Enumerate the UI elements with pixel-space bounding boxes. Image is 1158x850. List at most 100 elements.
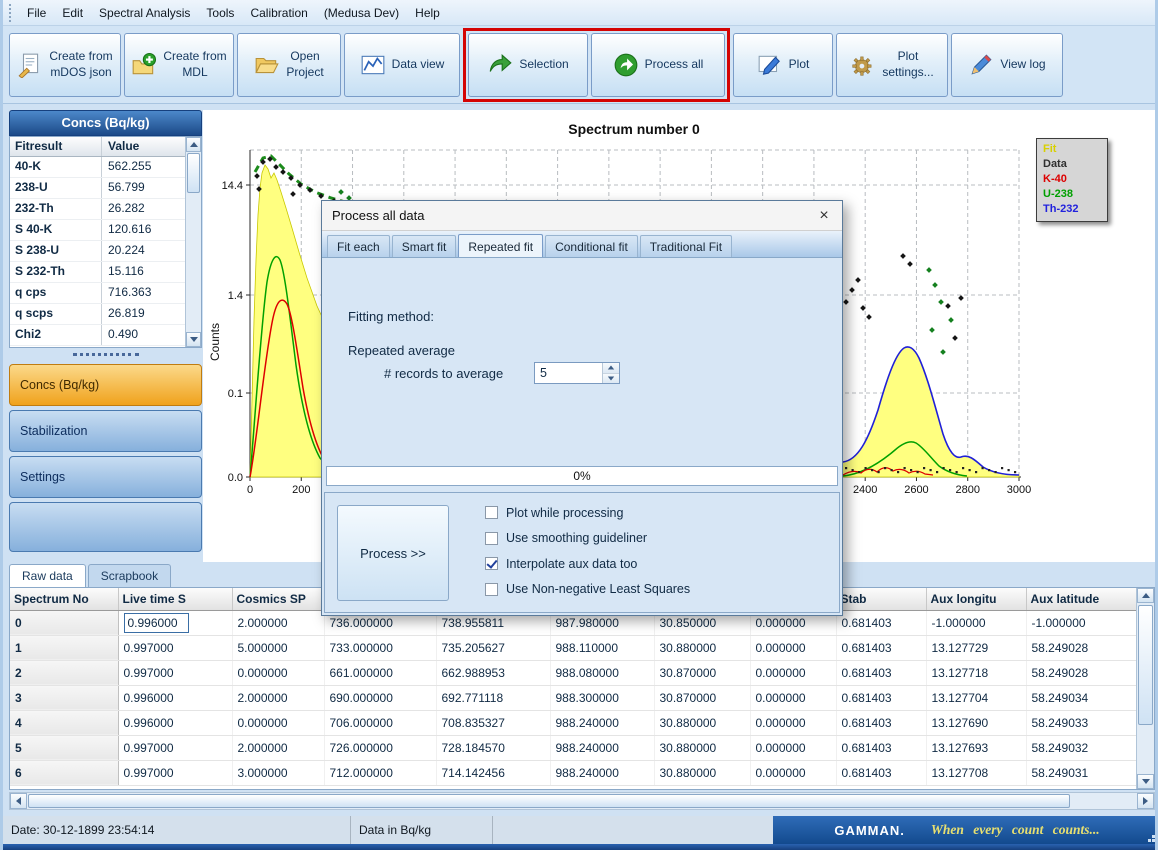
column-header-stab[interactable]: Stab <box>836 588 926 610</box>
row-header[interactable]: 3 <box>10 685 118 710</box>
cell[interactable]: 13.127693 <box>926 735 1026 760</box>
horizontal-scrollbar[interactable] <box>9 792 1155 810</box>
cell[interactable]: 0.681403 <box>836 610 926 635</box>
cell[interactable]: 0.997000 <box>118 760 232 785</box>
cell[interactable]: 58.249034 <box>1026 685 1138 710</box>
cell[interactable]: 988.240000 <box>550 710 654 735</box>
cell[interactable]: 988.110000 <box>550 635 654 660</box>
menu-item-calibration[interactable]: Calibration <box>242 2 315 24</box>
cell[interactable]: 0.000000 <box>750 710 836 735</box>
cell[interactable]: 0.000000 <box>750 760 836 785</box>
checkbox-interpolate-aux-data-too[interactable] <box>485 557 498 570</box>
toolbar-button-create-from-mdl[interactable]: Create fromMDL <box>124 33 234 97</box>
cell[interactable]: 0.996000 <box>118 610 232 635</box>
toolbar-button-selection[interactable]: Selection <box>468 33 588 97</box>
row-header[interactable]: 2 <box>10 660 118 685</box>
scroll-up-button[interactable] <box>186 137 201 152</box>
dialog-tab-fit-each[interactable]: Fit each <box>327 235 390 257</box>
cell[interactable]: 0.997000 <box>118 660 232 685</box>
toolbar-button-data-view[interactable]: Data view <box>344 33 460 97</box>
checkbox-plot-while-processing[interactable] <box>485 506 498 519</box>
cell[interactable]: 728.184570 <box>436 735 550 760</box>
cell[interactable]: 0.681403 <box>836 660 926 685</box>
scroll-thumb[interactable] <box>1138 605 1153 725</box>
cell[interactable]: 2.000000 <box>232 735 324 760</box>
menu-item-medusa-dev[interactable]: (Medusa Dev) <box>316 2 407 24</box>
cell[interactable]: -1.000000 <box>1026 610 1138 635</box>
dialog-tab-traditional-fit[interactable]: Traditional Fit <box>640 235 732 257</box>
cell[interactable]: 30.880000 <box>654 635 750 660</box>
cell[interactable]: 706.000000 <box>324 710 436 735</box>
raw-table-scrollbar[interactable] <box>1136 588 1154 789</box>
cell[interactable]: 726.000000 <box>324 735 436 760</box>
nav-button-settings[interactable]: Settings <box>9 456 202 498</box>
row-header[interactable]: 0 <box>10 610 118 635</box>
fit-table-scrollbar[interactable] <box>185 137 201 347</box>
cell[interactable]: 735.205627 <box>436 635 550 660</box>
cell[interactable]: 708.835327 <box>436 710 550 735</box>
cell[interactable]: 0.000000 <box>232 710 324 735</box>
cell[interactable]: 2.000000 <box>232 610 324 635</box>
menu-item-tools[interactable]: Tools <box>198 2 242 24</box>
cell[interactable]: 0.681403 <box>836 735 926 760</box>
scroll-down-button[interactable] <box>1137 774 1154 789</box>
column-header-aux-longitu[interactable]: Aux longitu <box>926 588 1026 610</box>
cell[interactable]: 0.996000 <box>118 710 232 735</box>
cell[interactable]: 2.000000 <box>232 685 324 710</box>
dialog-tab-smart-fit[interactable]: Smart fit <box>392 235 457 257</box>
cell[interactable]: -1.000000 <box>926 610 1026 635</box>
cell[interactable]: 13.127708 <box>926 760 1026 785</box>
cell[interactable]: 0.681403 <box>836 760 926 785</box>
cell[interactable]: 0.000000 <box>750 685 836 710</box>
menu-item-file[interactable]: File <box>19 2 54 24</box>
cell[interactable]: 0.000000 <box>232 660 324 685</box>
tab-raw-data[interactable]: Raw data <box>9 564 86 587</box>
cell[interactable]: 0.681403 <box>836 635 926 660</box>
spinner-down-button[interactable] <box>603 374 619 384</box>
nav-button-concs-bq-kg[interactable]: Concs (Bq/kg) <box>9 364 202 406</box>
tab-scrapbook[interactable]: Scrapbook <box>88 564 171 587</box>
cell[interactable]: 13.127690 <box>926 710 1026 735</box>
toolbar-button-view-log[interactable]: View log <box>951 33 1063 97</box>
dialog-tab-conditional-fit[interactable]: Conditional fit <box>545 235 638 257</box>
fit-col-value[interactable]: Value <box>102 137 185 156</box>
menu-item-edit[interactable]: Edit <box>54 2 91 24</box>
scroll-thumb[interactable] <box>28 794 1070 808</box>
cell[interactable]: 30.870000 <box>654 660 750 685</box>
toolbar-button-process-all[interactable]: Process all <box>591 33 725 97</box>
scroll-left-button[interactable] <box>10 793 27 809</box>
cell[interactable]: 13.127718 <box>926 660 1026 685</box>
nav-button-empty[interactable] <box>9 502 202 552</box>
cell[interactable]: 690.000000 <box>324 685 436 710</box>
scroll-thumb[interactable] <box>187 153 200 193</box>
cell[interactable]: 661.000000 <box>324 660 436 685</box>
cell[interactable]: 58.249028 <box>1026 635 1138 660</box>
cell[interactable]: 30.880000 <box>654 735 750 760</box>
scroll-right-button[interactable] <box>1137 793 1154 809</box>
cell[interactable]: 0.000000 <box>750 735 836 760</box>
menu-item-spectral-analysis[interactable]: Spectral Analysis <box>91 2 198 24</box>
cell[interactable]: 30.870000 <box>654 685 750 710</box>
cell[interactable]: 692.771118 <box>436 685 550 710</box>
cell[interactable]: 58.249028 <box>1026 660 1138 685</box>
row-header[interactable]: 6 <box>10 760 118 785</box>
cell[interactable]: 0.000000 <box>750 660 836 685</box>
fit-col-fitresult[interactable]: Fitresult <box>10 137 102 156</box>
cell[interactable]: 58.249032 <box>1026 735 1138 760</box>
scroll-down-button[interactable] <box>186 332 201 347</box>
cell[interactable]: 0.997000 <box>118 635 232 660</box>
cell[interactable]: 13.127704 <box>926 685 1026 710</box>
cell[interactable]: 0.681403 <box>836 710 926 735</box>
records-input[interactable]: 5 <box>535 363 602 383</box>
cell[interactable]: 0.996000 <box>118 685 232 710</box>
column-header-aux-latitude[interactable]: Aux latitude <box>1026 588 1138 610</box>
dialog-title-bar[interactable]: Process all data × <box>322 201 842 231</box>
close-icon[interactable]: × <box>806 207 842 225</box>
cell[interactable]: 0.997000 <box>118 735 232 760</box>
cell[interactable]: 988.300000 <box>550 685 654 710</box>
toolbar-button-plot[interactable]: Plot <box>733 33 833 97</box>
cell[interactable]: 3.000000 <box>232 760 324 785</box>
cell[interactable]: 0.000000 <box>750 635 836 660</box>
cell[interactable]: 30.880000 <box>654 710 750 735</box>
process-button[interactable]: Process >> <box>337 505 449 601</box>
